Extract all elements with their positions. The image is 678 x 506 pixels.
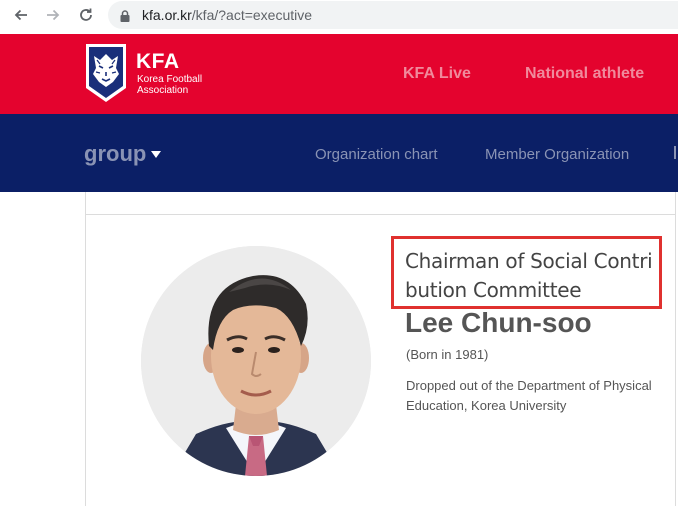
executive-name: Lee Chun-soo <box>405 307 592 338</box>
education-history: Dropped out of the Department of Physica… <box>406 378 652 413</box>
logo-subtitle-line2: Association <box>137 85 189 96</box>
kfa-tiger-logo[interactable] <box>84 42 128 104</box>
site-header: KFA Korea Football Association KFA Live … <box>0 34 678 114</box>
url-path: /kfa/?act=executive <box>191 7 313 23</box>
divider-left <box>85 192 86 506</box>
browser-toolbar: kfa.or.kr/kfa/?act=executive <box>0 0 678 30</box>
subnav-member-organization[interactable]: Member Organization <box>485 146 629 163</box>
subnav-organization-chart[interactable]: Organization chart <box>315 146 438 163</box>
executive-profile-area: Chairman of Social Contri bution Committ… <box>0 192 678 506</box>
subnav-next-item-fragment <box>670 144 678 162</box>
url-text[interactable]: kfa.or.kr/kfa/?act=executive <box>142 7 312 23</box>
url-host: kfa.or.kr <box>142 7 192 23</box>
birth-year: (Born in 1981) <box>406 347 489 362</box>
logo-subtitle: Korea Football Association <box>137 74 202 96</box>
nav-national-athlete[interactable]: National athlete <box>525 65 644 83</box>
forward-arrow-icon[interactable] <box>42 4 64 26</box>
group-dropdown-label[interactable]: group <box>84 141 146 167</box>
address-bar[interactable]: kfa.or.kr/kfa/?act=executive <box>108 1 678 29</box>
back-arrow-icon[interactable] <box>10 4 32 26</box>
divider-right <box>675 192 676 506</box>
logo-subtitle-line1: Korea Football <box>137 74 203 85</box>
divider-top <box>85 214 676 215</box>
caret-down-icon[interactable] <box>151 151 161 158</box>
logo-title[interactable]: KFA <box>136 50 180 74</box>
sub-navigation: group Organization chart Member Organiza… <box>0 114 678 192</box>
position-title-line1: Chairman of Social Contri <box>405 249 653 273</box>
reload-icon[interactable] <box>75 4 97 26</box>
position-title: Chairman of Social Contri bution Committ… <box>405 247 655 305</box>
position-title-line2: bution Committee <box>405 278 582 302</box>
profile-photo <box>141 246 371 476</box>
nav-kfa-live[interactable]: KFA Live <box>403 65 471 83</box>
lock-icon[interactable] <box>120 9 130 27</box>
